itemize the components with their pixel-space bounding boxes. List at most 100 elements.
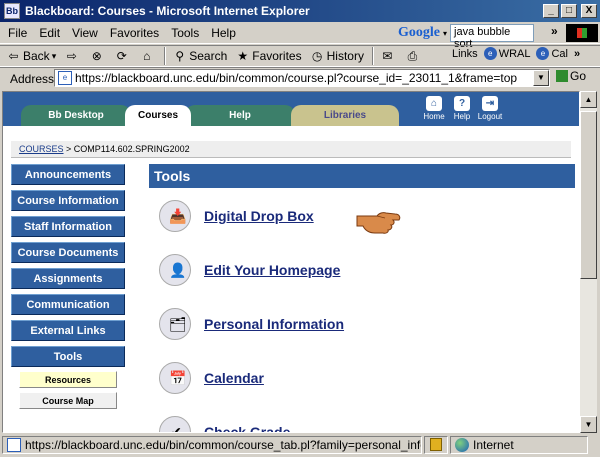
id-card-icon: 🗂 <box>159 308 191 340</box>
forward-button[interactable]: ⇨ <box>64 49 81 64</box>
menu-view[interactable]: View <box>72 26 98 40</box>
title-bar: Bb Blackboard: Courses - Microsoft Inter… <box>0 0 600 22</box>
tab-courses[interactable]: Courses <box>125 105 191 126</box>
minimize-button[interactable]: _ <box>543 4 559 18</box>
forward-arrow-icon: ⇨ <box>66 48 77 63</box>
google-logo[interactable]: Google <box>398 25 440 41</box>
ie-link-icon: e <box>536 47 550 60</box>
address-field[interactable]: e https://blackboard.unc.edu/bin/common/… <box>54 69 550 87</box>
tool-label[interactable]: Check Grade <box>204 424 290 432</box>
scroll-up-button[interactable]: ▲ <box>580 91 597 108</box>
double-chevron-icon[interactable]: » <box>551 24 558 38</box>
favorites-icon: ★ <box>237 48 249 63</box>
back-button[interactable]: ⇦ Back <box>6 48 49 64</box>
nav-course-documents[interactable]: Course Documents <box>11 242 125 263</box>
google-toolbar: Google ▾ java bubble sort <box>398 24 535 50</box>
tool-label[interactable]: Calendar <box>204 370 264 386</box>
scroll-thumb[interactable] <box>580 111 597 279</box>
window-title: Blackboard: Courses - Microsoft Internet… <box>25 4 310 18</box>
toolbar-separator <box>371 47 374 65</box>
nav-announcements[interactable]: Announcements <box>11 164 125 185</box>
blackboard-app-icon: Bb <box>4 3 20 19</box>
logout-icon: ⇥ <box>482 96 498 111</box>
link-cal[interactable]: e Cal <box>536 47 568 60</box>
page-icon: e <box>58 71 72 85</box>
header-logout[interactable]: ⇥ Logout <box>475 96 505 121</box>
tool-personal-information[interactable]: 🗂 Personal Information <box>159 308 344 340</box>
breadcrumb-courses-link[interactable]: COURSES <box>19 144 64 154</box>
mail-button[interactable]: ✉ <box>380 49 397 64</box>
double-chevron-icon[interactable]: » <box>574 48 580 60</box>
menu-favorites[interactable]: Favorites <box>110 26 159 40</box>
back-dropdown-icon[interactable]: ▾ <box>52 51 57 62</box>
nav-communication[interactable]: Communication <box>11 294 125 315</box>
menu-tools[interactable]: Tools <box>171 26 199 40</box>
refresh-button[interactable]: ⟳ <box>114 49 131 64</box>
tab-libraries[interactable]: Libraries <box>291 105 399 126</box>
scroll-down-button[interactable]: ▼ <box>580 416 597 433</box>
stop-icon: ⊗ <box>91 48 102 63</box>
back-arrow-icon: ⇦ <box>8 48 19 63</box>
history-button[interactable]: ◷ History <box>310 49 364 64</box>
search-icon: ⚲ <box>175 48 185 63</box>
chevron-down-icon[interactable]: ▼ <box>533 70 549 86</box>
tool-label[interactable]: Digital Drop Box <box>204 208 314 224</box>
close-button[interactable]: X <box>581 4 597 18</box>
nav-course-map[interactable]: Course Map <box>19 392 117 409</box>
nav-resources[interactable]: Resources <box>19 371 117 388</box>
print-button[interactable]: ⎙ <box>405 49 422 64</box>
windows-logo <box>566 24 598 42</box>
tool-calendar[interactable]: 📅 Calendar <box>159 362 264 394</box>
mail-icon: ✉ <box>382 48 393 63</box>
nav-course-information[interactable]: Course Information <box>11 190 125 211</box>
home-icon: ⌂ <box>426 96 442 111</box>
go-button[interactable]: Go <box>556 69 586 83</box>
menu-help[interactable]: Help <box>211 26 236 40</box>
go-arrow-icon <box>556 70 568 82</box>
links-bar: Links e WRAL e Cal » <box>452 47 586 60</box>
blackboard-header: Bb Desktop Help Libraries Courses ⌂ Home … <box>3 92 579 126</box>
nav-external-links[interactable]: External Links <box>11 320 125 341</box>
drop-box-icon: 📥 <box>159 200 191 232</box>
header-home[interactable]: ⌂ Home <box>419 96 449 121</box>
menu-edit[interactable]: Edit <box>39 26 60 40</box>
page-icon <box>7 438 21 452</box>
header-help[interactable]: ? Help <box>447 96 477 121</box>
chevron-down-icon[interactable]: ▾ <box>443 29 447 38</box>
stop-button[interactable]: ⊗ <box>89 49 106 64</box>
address-url[interactable]: https://blackboard.unc.edu/bin/common/co… <box>75 71 533 85</box>
tool-edit-your-homepage[interactable]: 👤 Edit Your Homepage <box>159 254 340 286</box>
tool-check-grade[interactable]: ✔ Check Grade <box>159 416 290 432</box>
tab-help[interactable]: Help <box>185 105 295 126</box>
maximize-button[interactable]: □ <box>561 4 577 18</box>
tab-bb-desktop[interactable]: Bb Desktop <box>21 105 131 126</box>
tool-digital-drop-box[interactable]: 📥 Digital Drop Box <box>159 200 314 232</box>
toolbar-separator <box>164 47 167 65</box>
status-text: https://blackboard.unc.edu/bin/common/co… <box>2 436 422 454</box>
nav-staff-information[interactable]: Staff Information <box>11 216 125 237</box>
home-button[interactable]: ⌂ <box>139 49 156 64</box>
tool-label[interactable]: Edit Your Homepage <box>204 262 340 278</box>
address-label: Address <box>10 71 55 86</box>
nav-assignments[interactable]: Assignments <box>11 268 125 289</box>
breadcrumb: COURSES > COMP114.602.SPRING2002 <box>11 141 571 158</box>
menu-file[interactable]: File <box>8 26 27 40</box>
links-label[interactable]: Links <box>452 48 478 60</box>
globe-icon <box>455 438 469 452</box>
page-viewport: Bb Desktop Help Libraries Courses ⌂ Home … <box>2 91 580 433</box>
lock-icon <box>430 438 442 451</box>
pointing-hand-icon <box>356 212 401 234</box>
link-wral[interactable]: e WRAL <box>483 47 530 60</box>
vertical-scrollbar[interactable]: ▲ ▼ <box>580 91 597 433</box>
print-icon: ⎙ <box>407 48 418 63</box>
home-icon: ⌂ <box>143 48 151 63</box>
ie-link-icon: e <box>483 47 497 60</box>
tools-header: Tools <box>149 164 575 188</box>
favorites-button[interactable]: ★ Favorites <box>235 49 301 64</box>
nav-tools[interactable]: Tools <box>11 346 125 367</box>
refresh-icon: ⟳ <box>116 48 127 63</box>
search-button[interactable]: ⚲ Search <box>172 49 227 64</box>
tool-label[interactable]: Personal Information <box>204 316 344 332</box>
google-search-input[interactable]: java bubble sort <box>450 24 535 50</box>
help-icon: ? <box>454 96 470 111</box>
